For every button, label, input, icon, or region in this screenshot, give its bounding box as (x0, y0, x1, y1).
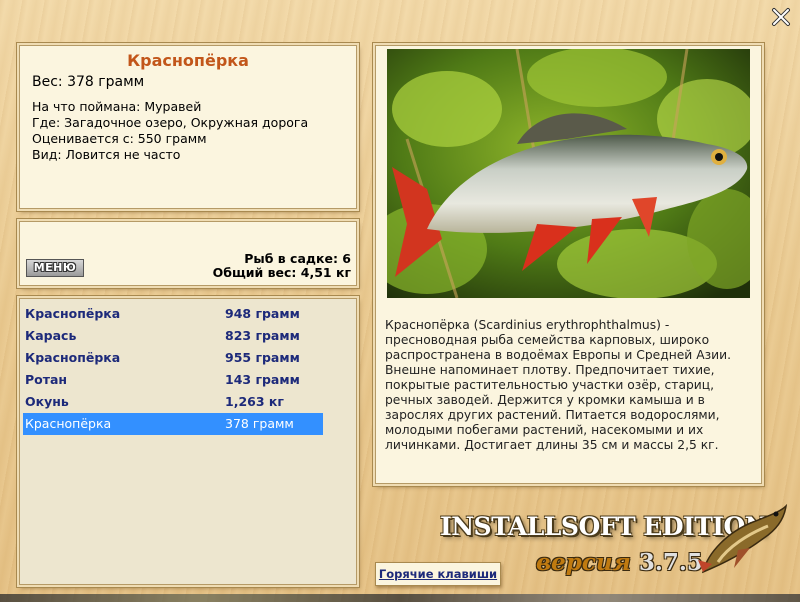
fish-info-panel: Краснопёрка Вес: 378 грамм На что пойман… (19, 45, 357, 209)
fish-count: Рыб в садке: 6 (244, 251, 351, 266)
fish-details: На что поймана: Муравей Где: Загадочное … (32, 99, 344, 163)
close-button[interactable] (770, 6, 792, 28)
catch-name: Окунь (25, 394, 69, 409)
catch-name: Карась (25, 328, 77, 343)
catch-weight: 823 грамм (225, 328, 300, 343)
list-item[interactable]: Окунь 1,263 кг (23, 391, 323, 413)
fish-weight: Вес: 378 грамм (32, 74, 145, 90)
catch-name: Краснопёрка (25, 416, 112, 431)
menu-button[interactable]: МЕНЮ (26, 259, 84, 277)
caught-with-line: На что поймана: Муравей (32, 99, 202, 114)
list-item[interactable]: Краснопёрка 948 грамм (23, 303, 323, 325)
list-item-selected[interactable]: Краснопёрка 378 грамм (23, 413, 323, 435)
close-icon (772, 8, 790, 26)
catch-weight: 143 грамм (225, 372, 300, 387)
pike-fish-logo (698, 502, 790, 580)
background-strip (0, 594, 800, 602)
catch-weight: 378 грамм (225, 416, 294, 431)
fish-photo (387, 49, 750, 298)
valued-from-line: Оценивается с: 550 грамм (32, 131, 207, 146)
list-item[interactable]: Краснопёрка 955 грамм (23, 347, 323, 369)
fish-description: Краснопёрка (Scardinius erythrophthalmus… (385, 318, 732, 452)
catch-name: Краснопёрка (25, 306, 121, 321)
cage-panel: МЕНЮ Рыб в садке: 6 Общий вес: 4,51 кг (19, 221, 357, 286)
fish-photo-panel: Краснопёрка (Scardinius erythrophthalmus… (375, 45, 762, 484)
catch-weight: 955 грамм (225, 350, 300, 365)
version-number: 3.7.5 (638, 549, 703, 576)
version-word: версия (536, 549, 631, 576)
catch-name: Краснопёрка (25, 350, 121, 365)
species-rarity-line: Вид: Ловится не часто (32, 147, 181, 162)
total-weight: Общий вес: 4,51 кг (212, 265, 351, 280)
cage-stats: Рыб в садке: 6 Общий вес: 4,51 кг (213, 252, 351, 280)
catch-weight: 948 грамм (225, 306, 300, 321)
list-item[interactable]: Карась 823 грамм (23, 325, 323, 347)
catch-list[interactable]: Краснопёрка 948 грамм Карась 823 грамм К… (19, 298, 357, 585)
catch-name: Ротан (25, 372, 68, 387)
location-line: Где: Загадочное озеро, Окружная дорога (32, 115, 309, 130)
catch-weight: 1,263 кг (225, 394, 284, 409)
fish-name-title: Краснопёрка (127, 51, 249, 70)
version-label: версия 3.7.5 (536, 549, 703, 576)
list-item[interactable]: Ротан 143 грамм (23, 369, 323, 391)
hotkeys-button[interactable]: Горячие клавиши (375, 562, 501, 586)
